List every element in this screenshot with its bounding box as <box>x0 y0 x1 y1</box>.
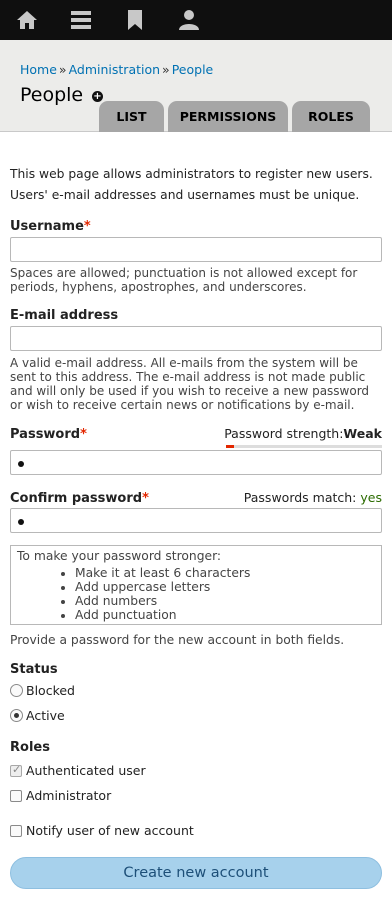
confirm-password-input[interactable] <box>10 508 382 533</box>
email-input[interactable] <box>10 326 382 351</box>
menu-icon[interactable] <box>68 7 94 33</box>
user-icon[interactable] <box>176 7 202 33</box>
password-mask-dot <box>18 519 24 525</box>
breadcrumb: Home» Administration» People <box>20 62 213 77</box>
tab-list[interactable]: LIST <box>99 101 164 132</box>
required-marker: * <box>80 427 87 442</box>
email-label: E-mail address <box>10 308 119 323</box>
intro-text: This web page allows administrators to r… <box>10 167 373 202</box>
bookmark-icon[interactable] <box>122 7 148 33</box>
suggestion-item: Add numbers <box>75 594 375 608</box>
email-section: E-mail address A valid e-mail address. A… <box>10 308 382 412</box>
radio-button-selected[interactable] <box>10 709 23 722</box>
status-option-blocked[interactable]: Blocked <box>10 683 382 698</box>
role-authenticated-user[interactable]: Authenticated user <box>10 763 382 778</box>
status-option-active[interactable]: Active <box>10 708 382 723</box>
email-description: A valid e-mail address. All e-mails from… <box>10 356 370 412</box>
breadcrumb-people[interactable]: People <box>172 62 214 77</box>
password-label: Password* <box>10 427 87 442</box>
tab-roles[interactable]: ROLES <box>292 101 370 132</box>
username-section: Username* Spaces are allowed; punctuatio… <box>10 219 382 294</box>
breadcrumb-separator: » <box>162 62 170 77</box>
checkbox[interactable] <box>10 824 22 837</box>
suggestion-item: Add uppercase letters <box>75 580 375 594</box>
create-account-button[interactable]: Create new account <box>10 857 382 889</box>
breadcrumb-home[interactable]: Home <box>20 62 57 77</box>
checkbox-checked-disabled[interactable] <box>10 763 22 777</box>
password-header: Password* Password strength:Weak <box>10 426 382 442</box>
page-title: People <box>20 84 84 106</box>
username-input[interactable] <box>10 237 382 262</box>
breadcrumb-administration[interactable]: Administration <box>69 62 160 77</box>
password-strength-fill <box>226 445 234 448</box>
status-section: Status Blocked Active <box>10 662 382 723</box>
checkbox[interactable] <box>10 789 22 802</box>
admin-toolbar <box>0 0 392 40</box>
suggestion-item: Make it at least 6 characters <box>75 566 375 580</box>
password-input[interactable] <box>10 450 382 475</box>
confirm-password-label: Confirm password* <box>10 491 149 506</box>
username-label: Username* <box>10 219 91 234</box>
username-description: Spaces are allowed; punctuation is not a… <box>10 266 358 294</box>
passwords-match-value: yes <box>360 490 382 505</box>
notify-user-option[interactable]: Notify user of new account <box>10 823 382 838</box>
confirm-password-section: Confirm password* Passwords match: yes <box>10 490 382 533</box>
password-strength: Password strength:Weak <box>224 426 382 441</box>
page-header: Home» Administration» People People + LIST… <box>0 40 392 132</box>
required-marker: * <box>142 491 149 506</box>
required-marker: * <box>83 219 91 234</box>
suggestion-item: Add punctuation <box>75 608 375 622</box>
password-strength-bar <box>226 445 382 448</box>
main-content: This web page allows administrators to r… <box>0 164 392 889</box>
radio-button[interactable] <box>10 684 23 697</box>
home-icon[interactable] <box>14 7 40 33</box>
roles-label: Roles <box>10 740 50 755</box>
password-section: Password* Password strength:Weak <box>10 426 382 475</box>
suggestions-heading: To make your password stronger: <box>17 549 222 563</box>
tab-permissions[interactable]: PERMISSIONS <box>168 101 288 132</box>
breadcrumb-separator: » <box>58 62 67 77</box>
password-mask-dot <box>18 461 24 467</box>
tab-bar: LIST PERMISSIONS ROLES <box>99 101 370 132</box>
password-suggestions: To make your password stronger: Make it … <box>10 545 382 625</box>
confirm-password-header: Confirm password* Passwords match: yes <box>10 490 382 506</box>
role-administrator[interactable]: Administrator <box>10 788 382 803</box>
passwords-match: Passwords match: yes <box>243 490 382 505</box>
status-label: Status <box>10 662 58 677</box>
suggestions-list: Make it at least 6 characters Add upperc… <box>17 566 375 622</box>
roles-section: Roles Authenticated user Administrator <box>10 740 382 803</box>
password-help: Provide a password for the new account i… <box>10 633 345 647</box>
password-strength-value: Weak <box>343 426 382 441</box>
